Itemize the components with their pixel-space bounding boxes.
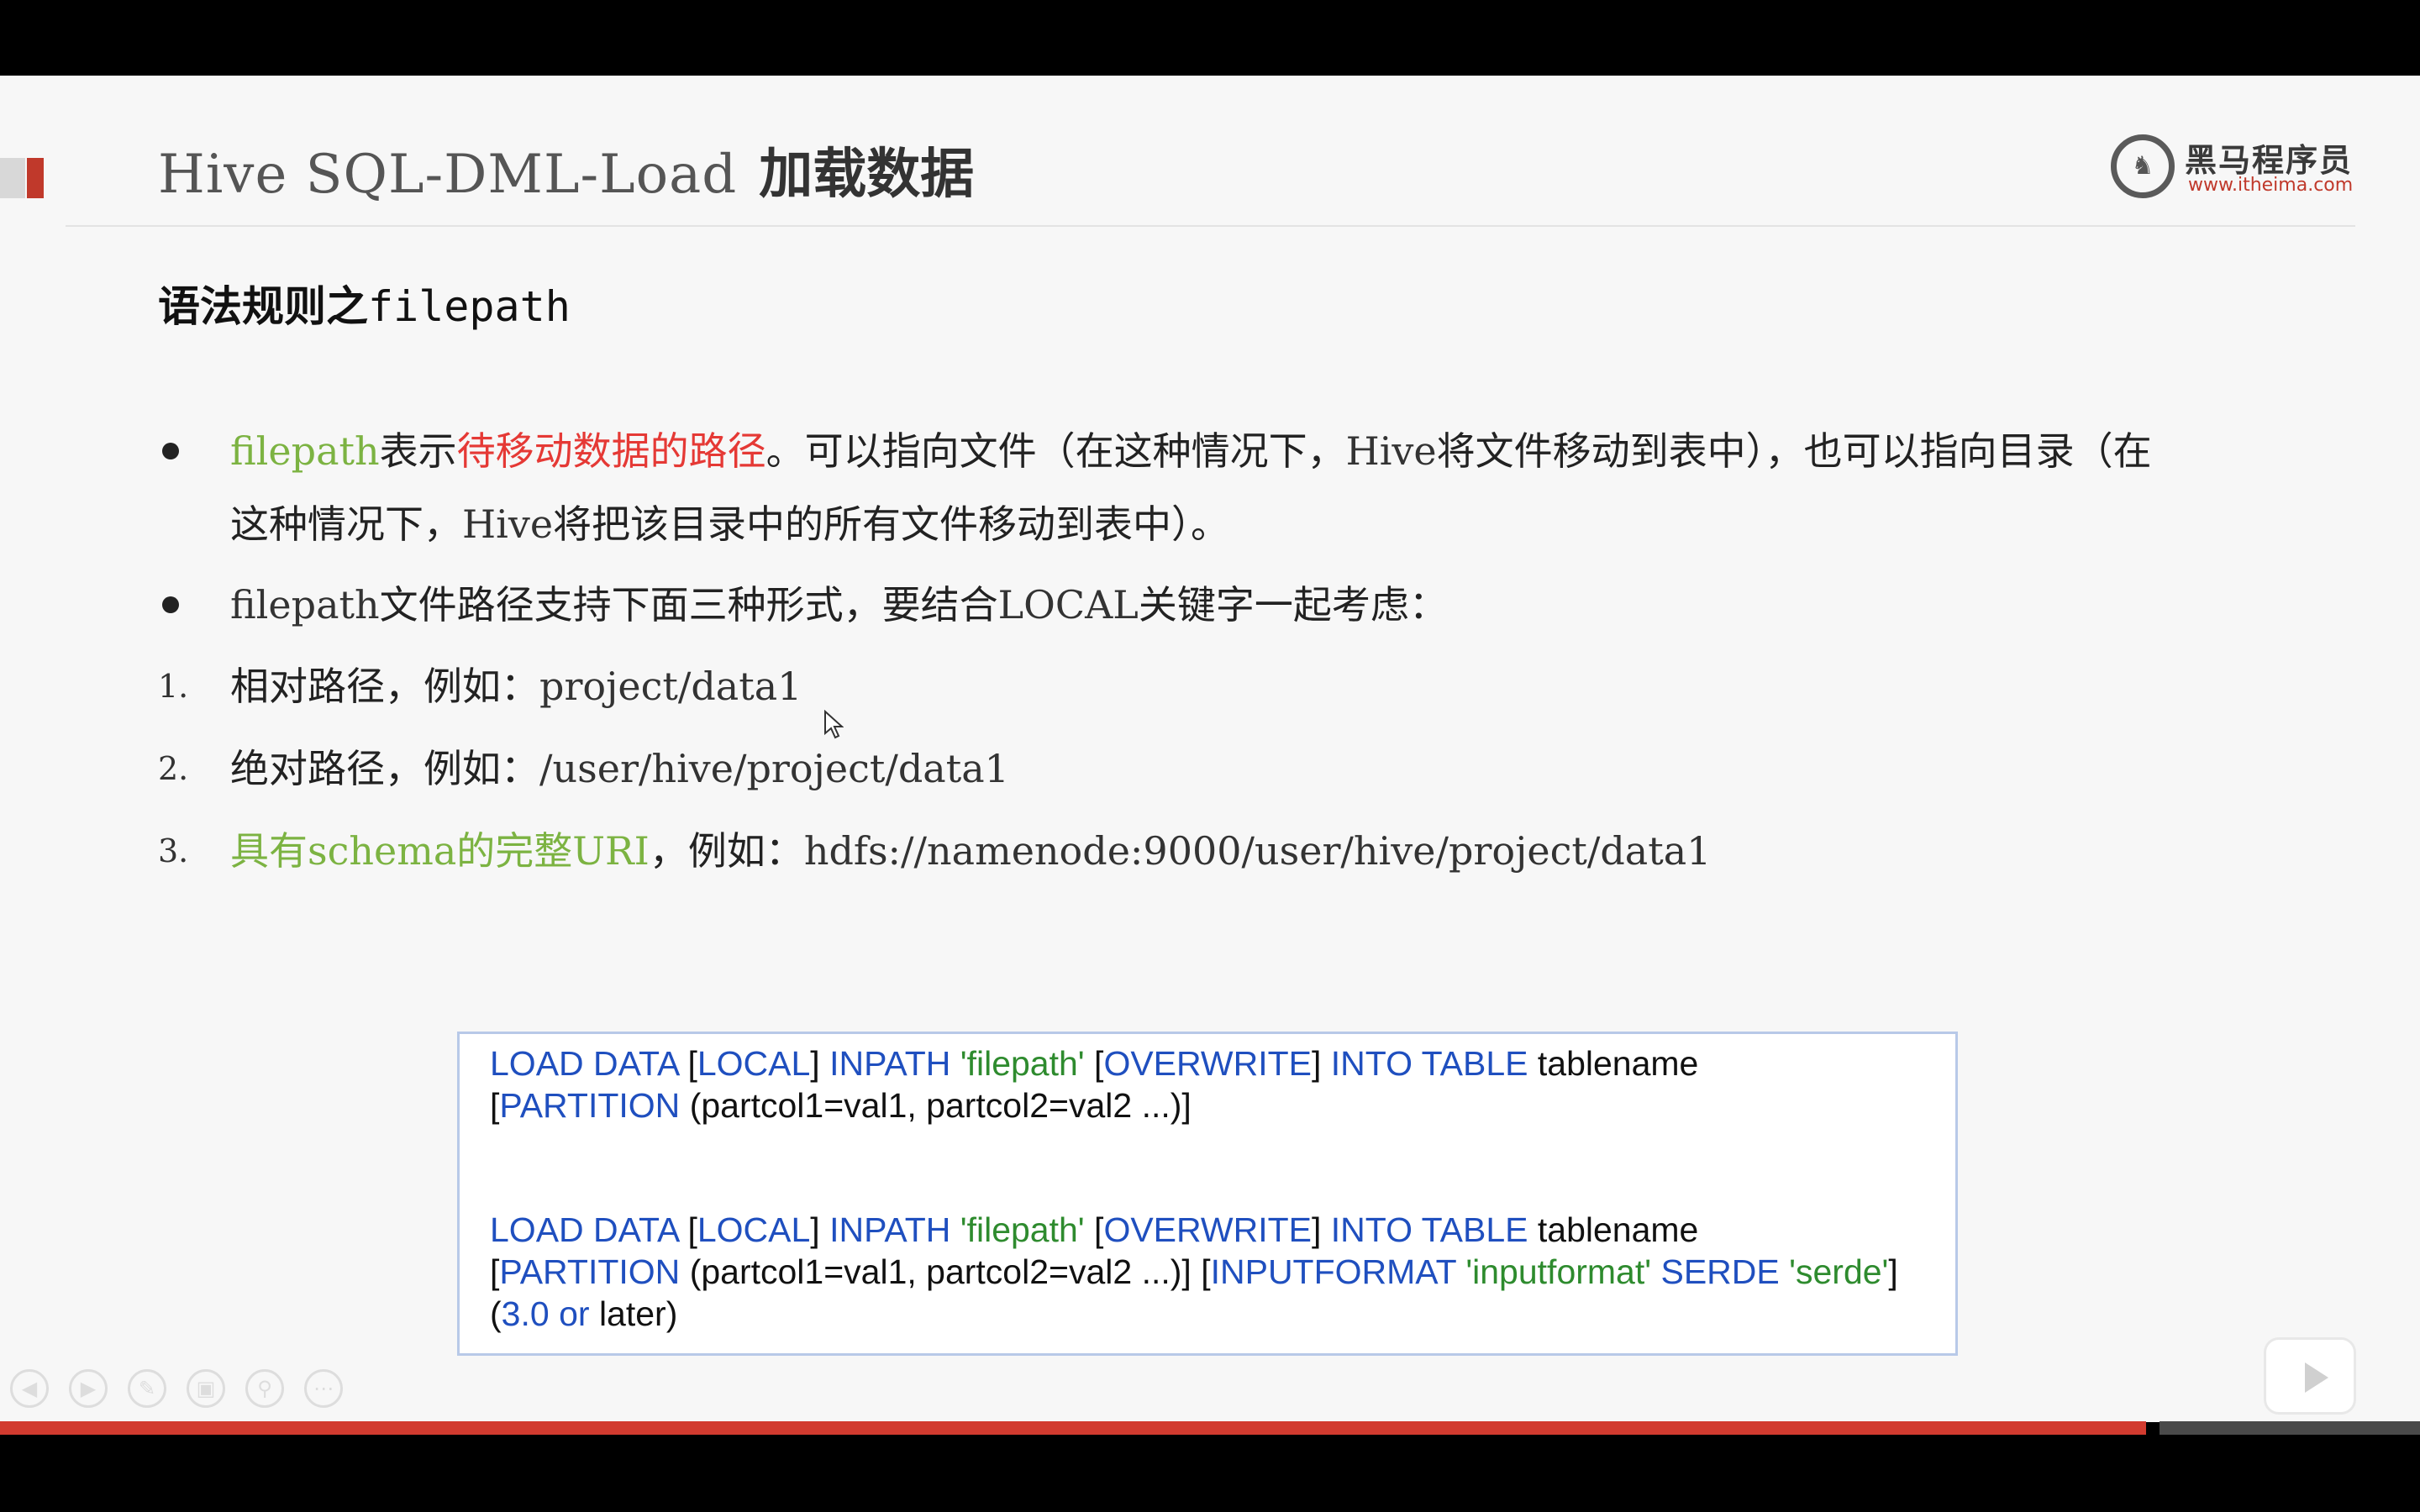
bullet-1-hive-a: Hive bbox=[1345, 428, 1437, 474]
code-keyword: or bbox=[559, 1294, 590, 1333]
code-keyword: INPATH bbox=[829, 1210, 951, 1249]
bullet-1-line-2: 这种情况下，Hive将把该目录中的所有文件移动到表中）。 bbox=[230, 497, 1229, 551]
mouse-cursor-icon bbox=[824, 710, 844, 739]
bullet-dot bbox=[162, 443, 179, 459]
list-item-label: 绝对路径，例如： bbox=[230, 746, 539, 791]
code-identifier: (partcol1=val1, partcol2=val2 ...)] bbox=[689, 1252, 1192, 1291]
code-keyword: LOAD DATA bbox=[490, 1210, 679, 1249]
section-title-zh: 语法规则之 bbox=[158, 282, 368, 331]
code-keyword: OVERWRITE bbox=[1103, 1044, 1312, 1083]
bullet-1-text-e: 将把该目录中的所有文件移动到表中）。 bbox=[553, 501, 1230, 547]
bullet-1-text-a: 表示 bbox=[379, 428, 457, 474]
section-title: 语法规则之filepath bbox=[158, 277, 571, 336]
code-string: 'inputformat' bbox=[1465, 1252, 1652, 1291]
code-string: 'filepath' bbox=[960, 1044, 1085, 1083]
bullet-dot bbox=[162, 596, 179, 613]
code-keyword: PARTITION bbox=[499, 1086, 681, 1125]
list-number: 2. bbox=[158, 750, 189, 787]
bullet-1-term: filepath bbox=[230, 428, 380, 474]
play-button[interactable] bbox=[2264, 1337, 2356, 1415]
bullet-1-hive-b: Hive bbox=[462, 501, 554, 547]
bullet-2-line: filepath文件路径支持下面三种形式，要结合LOCAL关键字一起考虑： bbox=[230, 578, 1448, 632]
top-letterbox bbox=[0, 0, 2420, 76]
list-number: 3. bbox=[158, 832, 189, 869]
list-item-example: /user/hive/project/data1 bbox=[539, 746, 1009, 791]
code-keyword: PARTITION bbox=[499, 1252, 681, 1291]
list-item-label: 的完整 bbox=[456, 828, 573, 874]
list-item-uri: URI bbox=[572, 828, 650, 874]
list-item-absolute-path: 绝对路径，例如：/user/hive/project/data1 bbox=[230, 742, 1009, 795]
code-identifier: (partcol1=val1, partcol2=val2 ...)] bbox=[689, 1086, 1192, 1125]
slide: Hive SQL-DML-Load 加载数据 ♞ 黑马程序员 www.itheim… bbox=[0, 76, 2420, 1422]
play-icon bbox=[2305, 1362, 2328, 1393]
list-number: 1. bbox=[158, 668, 189, 705]
video-progress-remaining[interactable] bbox=[2160, 1421, 2420, 1435]
list-item-schema: schema bbox=[308, 828, 457, 874]
bottom-letterbox bbox=[0, 1435, 2420, 1512]
code-keyword: INTO TABLE bbox=[1330, 1210, 1528, 1249]
bullet-2-text-b: 关键字一起考虑： bbox=[1138, 582, 1448, 627]
pen-icon[interactable]: ✎ bbox=[128, 1369, 166, 1408]
bullet-1-text-b: 。可以指向文件（在这种情况下， bbox=[765, 428, 1346, 474]
next-slide-icon[interactable]: ▶ bbox=[69, 1369, 108, 1408]
code-string: 'serde' bbox=[1789, 1252, 1889, 1291]
bullet-1-line-1: filepath表示待移动数据的路径。可以指向文件（在这种情况下，Hive将文件… bbox=[230, 424, 2152, 478]
code-keyword: 3.0 bbox=[501, 1294, 550, 1333]
bullet-2-text-a: 文件路径支持下面三种形式，要结合 bbox=[379, 582, 998, 627]
copy-icon[interactable]: ▣ bbox=[187, 1369, 225, 1408]
code-keyword: INTO TABLE bbox=[1330, 1044, 1528, 1083]
zoom-icon[interactable]: ⚲ bbox=[245, 1369, 284, 1408]
code-keyword: LOAD DATA bbox=[490, 1044, 679, 1083]
logo-name: 黑马程序员 bbox=[2185, 142, 2354, 179]
list-item-full-uri: 具有schema的完整URI，例如：hdfs://namenode:9000/u… bbox=[230, 824, 1711, 878]
list-item-example: hdfs://namenode:9000/user/hive/project/d… bbox=[803, 828, 1712, 874]
code-keyword: OVERWRITE bbox=[1103, 1210, 1312, 1249]
logo-url: www.itheima.com bbox=[2188, 175, 2354, 196]
page-title: Hive SQL-DML-Load 加载数据 bbox=[158, 141, 974, 208]
code-keyword: INPUTFORMAT bbox=[1210, 1252, 1456, 1291]
code-line: [PARTITION (partcol1=val1, partcol2=val2… bbox=[490, 1252, 1898, 1291]
section-title-code: filepath bbox=[368, 282, 571, 331]
video-progress-played[interactable] bbox=[0, 1421, 2146, 1435]
list-item-label: 相对路径，例如： bbox=[230, 664, 539, 709]
code-identifier: later) bbox=[598, 1294, 678, 1333]
bullet-1-highlight: 待移动数据的路径 bbox=[456, 428, 766, 474]
more-icon[interactable]: ⋯ bbox=[304, 1369, 343, 1408]
code-identifier: tablename bbox=[1537, 1210, 1699, 1249]
list-item-label: ，例如： bbox=[649, 828, 804, 874]
bullet-1-text-c: 将文件移动到表中），也可以指向目录（在 bbox=[1436, 428, 2152, 474]
code-keyword: SERDE bbox=[1660, 1252, 1780, 1291]
title-en: Hive SQL-DML-Load bbox=[158, 144, 738, 206]
list-item-relative-path: 相对路径，例如：project/data1 bbox=[230, 659, 802, 713]
code-line: LOAD DATA [LOCAL] INPATH 'filepath' [OVE… bbox=[490, 1210, 1699, 1249]
bullet-2-local: LOCAL bbox=[997, 582, 1139, 627]
brand-logo: ♞ 黑马程序员 www.itheima.com bbox=[2109, 131, 2361, 203]
code-keyword: INPATH bbox=[829, 1044, 951, 1083]
code-string: 'filepath' bbox=[960, 1210, 1085, 1249]
title-accent-red bbox=[27, 158, 44, 198]
syntax-code-box: LOAD DATA [LOCAL] INPATH 'filepath' [OVE… bbox=[457, 1032, 1958, 1356]
code-line: [PARTITION (partcol1=val1, partcol2=val2… bbox=[490, 1086, 1192, 1125]
bullet-1-text-d: 这种情况下， bbox=[230, 501, 462, 547]
code-line: (3.0 or later) bbox=[490, 1294, 678, 1333]
title-accent-gray bbox=[0, 158, 25, 198]
list-item-label: 具有 bbox=[230, 828, 308, 874]
list-item-example: project/data1 bbox=[539, 664, 802, 709]
code-identifier: tablename bbox=[1537, 1044, 1699, 1083]
code-keyword: LOCAL bbox=[697, 1210, 811, 1249]
title-zh: 加载数据 bbox=[759, 144, 975, 206]
title-divider bbox=[66, 225, 2355, 227]
bullet-2-term: filepath bbox=[230, 582, 380, 627]
code-keyword: LOCAL bbox=[697, 1044, 811, 1083]
prev-slide-icon[interactable]: ◀ bbox=[10, 1369, 49, 1408]
code-line: LOAD DATA [LOCAL] INPATH 'filepath' [OVE… bbox=[490, 1044, 1699, 1083]
code-gap bbox=[490, 1126, 1955, 1209]
horse-logo-icon: ♞ bbox=[2111, 134, 2175, 198]
